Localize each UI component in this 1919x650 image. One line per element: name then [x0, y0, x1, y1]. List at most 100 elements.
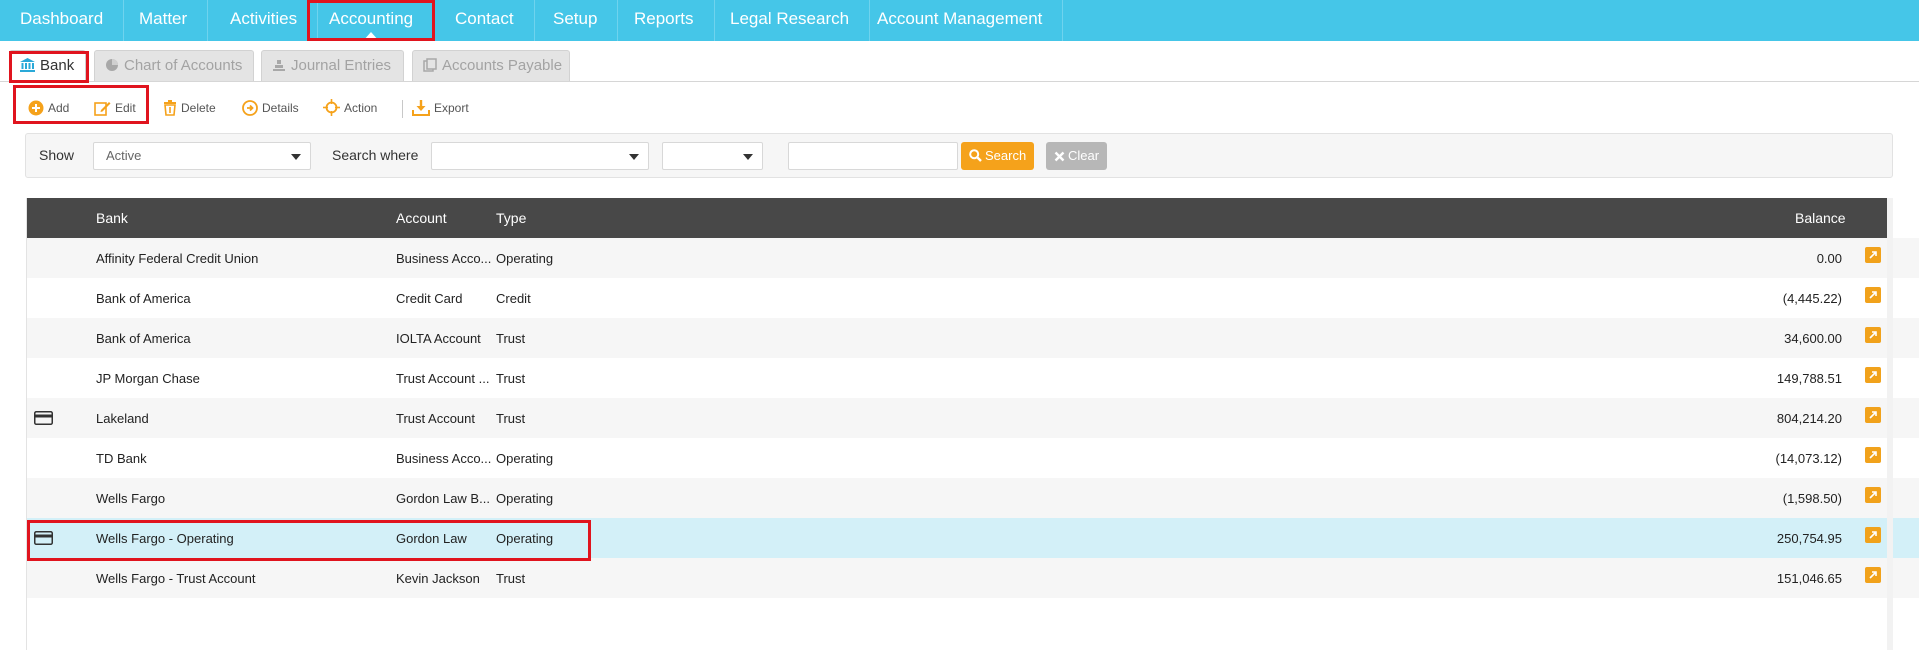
table-row[interactable]: Wells Fargo - Operating Gordon Law Operati…	[27, 518, 1919, 558]
cell-balance: 151,046.65	[1776, 571, 1842, 586]
chevron-down-icon	[743, 154, 753, 160]
pie-chart-icon	[106, 59, 118, 71]
column-header-bank[interactable]: Bank	[96, 210, 128, 226]
credit-card-icon	[34, 531, 53, 545]
open-link-icon[interactable]	[1865, 367, 1881, 383]
nav-accounting[interactable]: Accounting	[309, 0, 435, 41]
accounting-subtabs: Bank Chart of Accounts Journal Entries A…	[0, 41, 1919, 82]
tab-chart-of-accounts[interactable]: Chart of Accounts	[94, 50, 254, 81]
cell-type: Trust	[496, 331, 526, 346]
cell-account: Trust Account	[396, 411, 475, 426]
table-row[interactable]: JP Morgan Chase Trust Account ... Trust 149…	[27, 358, 1919, 398]
clear-icon	[1054, 151, 1065, 162]
details-label: Details	[262, 101, 299, 115]
operator-select[interactable]	[662, 142, 763, 170]
cell-type: Trust	[496, 411, 526, 426]
tab-bank-label: Bank	[40, 57, 75, 74]
add-button[interactable]: Add	[28, 96, 69, 120]
bank-grid: Bank Account Type Balance Affinity Feder…	[26, 198, 1919, 650]
table-row[interactable]: TD Bank Business Acco... Operating (14,073.…	[27, 438, 1919, 478]
cell-bank: Wells Fargo - Trust Account	[96, 571, 256, 586]
tab-accounts-payable[interactable]: Accounts Payable	[412, 50, 570, 81]
active-caret	[363, 32, 380, 41]
cell-account: Gordon Law	[396, 531, 467, 546]
show-select[interactable]: Active	[93, 142, 311, 170]
nav-account-management[interactable]: Account Management	[857, 0, 1064, 41]
cell-account: Business Acco...	[396, 251, 491, 266]
cell-balance: 250,754.95	[1776, 531, 1842, 546]
cell-type: Operating	[496, 251, 554, 266]
nav-legal-research[interactable]: Legal Research	[710, 0, 871, 41]
cell-balance: (14,073.12)	[1775, 451, 1843, 466]
table-row[interactable]: Wells Fargo - Trust Account Kevin Jackson…	[27, 558, 1919, 598]
search-where-select[interactable]	[431, 142, 649, 170]
add-label: Add	[48, 101, 70, 115]
nav-reports[interactable]: Reports	[614, 0, 715, 41]
cell-type: Trust	[496, 571, 526, 586]
open-link-icon[interactable]	[1865, 447, 1881, 463]
nav-setup[interactable]: Setup	[533, 0, 619, 41]
credit-card-icon	[34, 411, 53, 425]
column-header-balance[interactable]: Balance	[1795, 210, 1846, 226]
cell-type: Operating	[496, 531, 554, 546]
cell-bank: Affinity Federal Credit Union	[96, 251, 259, 266]
trash-icon	[164, 100, 176, 116]
filter-bar: Show Active Search where Search Clear	[25, 133, 1893, 178]
edit-button[interactable]: Edit	[94, 96, 136, 120]
table-row[interactable]: Affinity Federal Credit Union Business Ac…	[27, 238, 1919, 278]
chevron-down-icon	[291, 154, 301, 160]
action-label: Action	[344, 101, 378, 115]
cell-bank: TD Bank	[96, 451, 147, 466]
open-link-icon[interactable]	[1865, 527, 1881, 543]
grid-scrollbar[interactable]	[1887, 198, 1893, 650]
cell-bank: JP Morgan Chase	[96, 371, 200, 386]
chevron-down-icon	[629, 154, 639, 160]
export-label: Export	[434, 101, 469, 115]
table-row[interactable]: Lakeland Trust Account Trust 804,214.20	[27, 398, 1919, 438]
open-link-icon[interactable]	[1865, 567, 1881, 583]
column-header-account[interactable]: Account	[396, 210, 447, 226]
tab-bank[interactable]: Bank	[9, 50, 86, 81]
cell-balance: (4,445.22)	[1782, 291, 1842, 306]
cell-balance: 804,214.20	[1776, 411, 1842, 426]
search-where-label: Search where	[332, 147, 419, 163]
bank-icon	[20, 58, 35, 72]
show-select-value: Active	[106, 148, 142, 163]
delete-button[interactable]: Delete	[163, 96, 216, 120]
clear-button[interactable]: Clear	[1046, 142, 1108, 170]
column-header-type[interactable]: Type	[496, 210, 526, 226]
nav-dashboard[interactable]: Dashboard	[0, 0, 125, 41]
open-link-icon[interactable]	[1865, 407, 1881, 423]
open-link-icon[interactable]	[1865, 247, 1881, 263]
cell-type: Credit	[496, 291, 531, 306]
nav-accounting-label: Accounting	[329, 9, 414, 28]
cell-type: Trust	[496, 371, 526, 386]
table-row[interactable]: Bank of America Credit Card Credit (4,445.2…	[27, 278, 1919, 318]
table-row[interactable]: Bank of America IOLTA Account Trust 34,600.…	[27, 318, 1919, 358]
nav-activities[interactable]: Activities	[210, 0, 319, 41]
search-button[interactable]: Search	[961, 142, 1035, 170]
clear-button-label: Clear	[1068, 148, 1100, 163]
open-link-icon[interactable]	[1865, 487, 1881, 503]
edit-label: Edit	[115, 101, 136, 115]
cell-bank: Wells Fargo - Operating	[96, 531, 234, 546]
tab-journal-entries[interactable]: Journal Entries	[261, 50, 404, 81]
open-link-icon[interactable]	[1865, 327, 1881, 343]
search-icon	[969, 149, 982, 162]
details-icon	[242, 100, 258, 116]
nav-matter[interactable]: Matter	[119, 0, 209, 41]
nav-contact[interactable]: Contact	[435, 0, 535, 41]
cell-balance: 0.00	[1816, 251, 1842, 266]
search-input[interactable]	[788, 142, 958, 170]
open-link-icon[interactable]	[1865, 287, 1881, 303]
cell-account: Business Acco...	[396, 451, 491, 466]
export-button[interactable]: Export	[412, 96, 469, 120]
table-row[interactable]: Wells Fargo Gordon Law B... Operating (1,59…	[27, 478, 1919, 518]
action-button[interactable]: Action	[323, 96, 377, 120]
cell-bank: Wells Fargo	[96, 491, 166, 506]
cell-account: IOLTA Account	[396, 331, 481, 346]
cell-bank: Bank of America	[96, 291, 191, 306]
tab-accounts-payable-label: Accounts Payable	[442, 57, 563, 74]
details-button[interactable]: Details	[242, 96, 299, 120]
cell-balance: (1,598.50)	[1782, 491, 1842, 506]
